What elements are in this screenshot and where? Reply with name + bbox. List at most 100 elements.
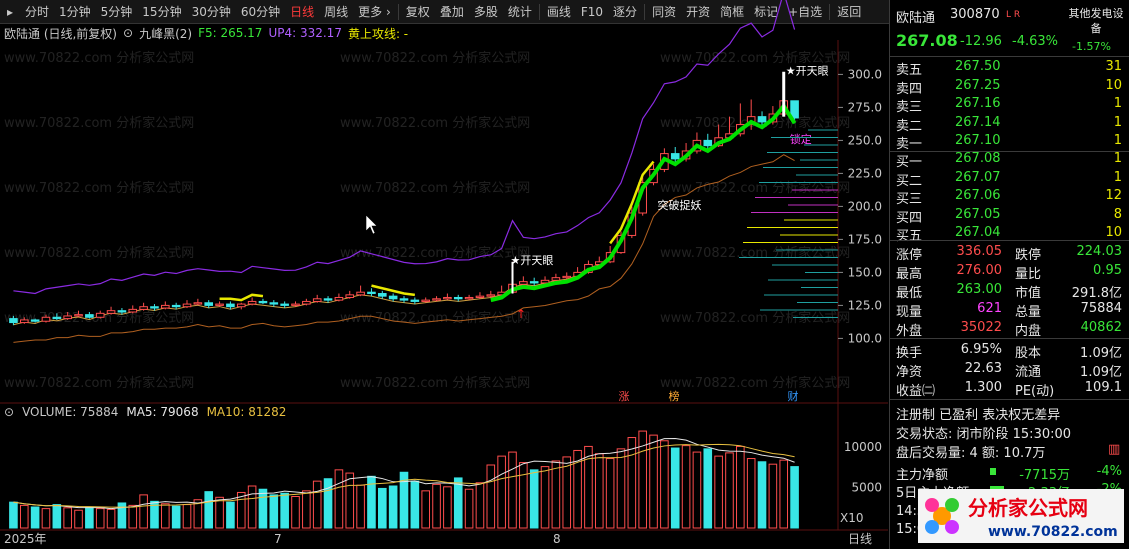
book-label: 买一: [896, 155, 923, 170]
volume-bar: [551, 460, 561, 529]
stat-label: 量比: [1015, 267, 1042, 282]
candle-body: [95, 312, 105, 318]
stat-value: 276.00: [956, 263, 1003, 278]
candle-body: [117, 310, 127, 313]
stats-row: 涨停 336.05 跌停 224.03: [890, 243, 1129, 263]
volume-bar: [757, 461, 767, 529]
volume-bar: [139, 494, 148, 529]
fundamentals-row: 净资 22.63 流通 1.09亿: [890, 360, 1129, 380]
volume-icon[interactable]: ⊙: [4, 405, 14, 419]
stat-label: 最低: [896, 286, 923, 301]
book-label: 买五: [896, 229, 923, 244]
book-price: 267.06: [955, 188, 1001, 203]
watermark: www.70822.com 分析家公式网: [340, 375, 530, 391]
volume-bar: [594, 453, 604, 529]
volume-bar: [95, 508, 105, 529]
candle-body: [529, 281, 539, 284]
volume-bar: [345, 472, 355, 529]
volume-bar: [106, 508, 116, 529]
stat-label: 总量: [1015, 305, 1042, 320]
volume-axis-label: 5000: [851, 481, 882, 495]
book-price: 267.50: [955, 59, 1001, 74]
book-price: 267.08: [955, 151, 1001, 166]
kline-chart[interactable]: www.70822.com 分析家公式网 www.70822.com 分析家公式网…: [0, 0, 888, 549]
candle-body: [356, 291, 365, 296]
volume-bar: [714, 455, 723, 529]
volume-bar: [323, 478, 333, 529]
volume-bar: [128, 504, 138, 529]
info-line-1: 注册制 已盈利 表决权无差异: [896, 408, 1061, 423]
stat-value: 75884: [1080, 301, 1122, 316]
volume-bar: [605, 458, 615, 529]
stat-label: 最高: [896, 267, 923, 282]
info-line-3: 盘后交易量: 4 额: 10.7万 ▥: [896, 442, 1121, 461]
candle-body: [670, 153, 680, 160]
volume-bar: [519, 462, 528, 529]
candle-body: [475, 295, 485, 298]
bid-row[interactable]: 买四 267.05 8: [890, 206, 1129, 226]
candle-body: [193, 302, 203, 305]
watermark: www.70822.com 分析家公式网: [4, 115, 194, 131]
volume-bar: [562, 456, 572, 529]
candle-body: [703, 139, 713, 147]
fund-value: 109.1: [1084, 380, 1122, 395]
volume-bar: [736, 445, 745, 529]
candle-body: [139, 306, 148, 310]
candle-body: [540, 279, 550, 284]
volume-bar: [660, 440, 669, 529]
stat-label: 涨停: [896, 248, 923, 263]
candle-body: [334, 296, 344, 301]
volume-bar: [356, 484, 365, 529]
flow-row: 主力净额 -7715万 -4%: [890, 463, 1129, 483]
stat-value: 224.03: [1076, 244, 1123, 259]
candle-body: [464, 296, 474, 300]
candle-body: [171, 304, 181, 308]
chart-icon[interactable]: ▥: [1108, 442, 1120, 457]
volume-bar: [9, 501, 18, 529]
ask-row[interactable]: 卖一 267.10 1: [890, 132, 1129, 152]
candle-body: [432, 298, 441, 301]
fund-value: 1.09亿: [1080, 365, 1122, 380]
ask-row[interactable]: 卖四 267.25 10: [890, 77, 1129, 97]
bid-row[interactable]: 买二 267.07 1: [890, 169, 1129, 189]
fund-label: 流通: [1015, 365, 1042, 380]
candle-body: [247, 300, 257, 305]
logo-url: www.70822.com: [988, 524, 1118, 540]
divider: [890, 56, 1129, 57]
candle-body: [562, 275, 572, 279]
fundamentals-row: 收益㈡ 1.300 PE(动) 109.1: [890, 379, 1129, 399]
yellow-attack-line: [219, 293, 264, 302]
ask-row[interactable]: 卖三 267.16 1: [890, 95, 1129, 115]
book-label: 买三: [896, 192, 923, 207]
book-volume: 1: [1113, 114, 1122, 130]
volume-bar: [302, 490, 311, 529]
quote-panel: 欧陆通 300870 L R 其他发电设备 -1.57% 267.08 -12.…: [889, 0, 1129, 549]
book-label: 买四: [896, 210, 923, 226]
volume-bar: [779, 459, 789, 529]
ask-row[interactable]: 卖二 267.14 1: [890, 114, 1129, 134]
candle-body: [757, 116, 767, 123]
volume-bar: [497, 455, 506, 529]
event-marker: 涨: [619, 390, 630, 403]
candle-body: [345, 294, 355, 298]
time-axis-label: 8: [553, 532, 561, 546]
ask-row[interactable]: 卖五 267.50 31: [890, 58, 1129, 78]
stat-value: 621: [977, 301, 1002, 316]
volume-bar: [627, 437, 637, 529]
bid-row[interactable]: 买三 267.06 12: [890, 187, 1129, 207]
volume-bar: [421, 490, 430, 529]
stat-value: 263.00: [956, 282, 1003, 297]
info-line-2: 交易状态: 闭市阶段 15:30:00: [896, 427, 1072, 442]
bid-row[interactable]: 买一 267.08 1: [890, 150, 1129, 170]
candle-body: [258, 300, 268, 304]
volume-bar: [692, 451, 702, 529]
candle-body: [41, 316, 51, 322]
candle-body: [378, 293, 387, 297]
candle-body: [421, 299, 430, 302]
volume-bar: [334, 469, 344, 529]
volume-bar: [529, 469, 539, 529]
candle-body: [30, 319, 40, 322]
candle-body: [323, 298, 333, 301]
volume-bar: [182, 504, 192, 529]
volume-bar: [746, 458, 756, 529]
